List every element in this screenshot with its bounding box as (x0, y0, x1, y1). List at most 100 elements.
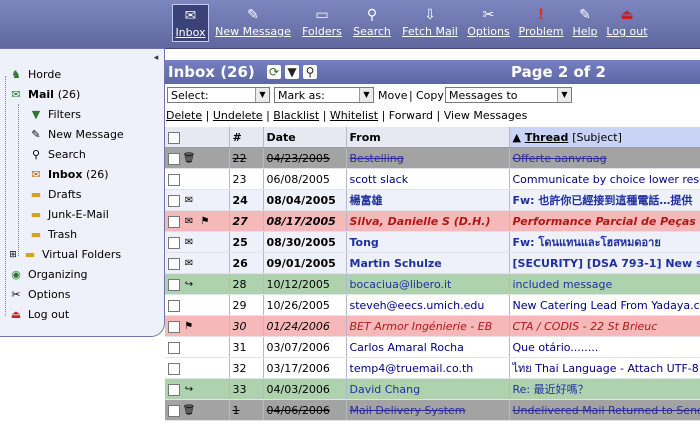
toolbar-inbox-button[interactable]: ✉ Inbox (172, 4, 209, 42)
message-from[interactable]: Martin Schulze (346, 252, 510, 274)
whitelist-link[interactable]: Whitelist (330, 109, 378, 122)
row-checkbox[interactable] (168, 215, 180, 228)
row-checkbox[interactable] (168, 299, 180, 312)
message-subject[interactable]: Fw: 也許你已經接到這種電話…提供 (509, 189, 700, 211)
sidebar-item-logout[interactable]: ⏏ Log out (8, 306, 69, 324)
message-subject[interactable]: Performance Parcial de Peças - Ju (509, 210, 700, 232)
table-row[interactable]: 🗑 22 04/23/2005 Bestelling Offerte aanvraag (165, 147, 700, 169)
delete-link[interactable]: Delete (166, 109, 202, 122)
message-from[interactable]: Bestelling (346, 147, 510, 169)
message-from[interactable]: Tong (346, 231, 510, 253)
row-checkbox[interactable] (168, 320, 180, 333)
table-row[interactable]: ✉ 24 08/04/2005 楊富雄 Fw: 也許你已經接到這種電話…提供 (165, 189, 700, 211)
subject-sort-link[interactable]: [Subject] (572, 131, 622, 144)
toolbar-logout-button[interactable]: ⏏ Log out (606, 4, 648, 42)
move-link[interactable]: Move (378, 89, 408, 102)
sidebar-item-filters[interactable]: ▼ Filters (28, 106, 81, 124)
select-all-checkbox[interactable] (168, 131, 180, 144)
sidebar-item-drafts[interactable]: ▬ Drafts (28, 186, 82, 204)
row-checkbox[interactable] (168, 152, 180, 165)
message-subject[interactable]: Communicate by choice lower rese (509, 168, 700, 190)
message-from[interactable]: steveh@eecs.umich.edu (346, 294, 510, 316)
copy-link[interactable]: Copy (416, 89, 444, 102)
sidebar-item-horde[interactable]: ♞ Horde (8, 66, 61, 84)
thread-sort-link[interactable]: Thread (525, 131, 569, 144)
table-row[interactable]: 29 10/26/2005 steveh@eecs.umich.edu New Cat… (165, 294, 700, 316)
message-subject[interactable]: CTA / CODIS - 22 St Brieuc (509, 315, 700, 337)
message-number: 28 (229, 273, 264, 295)
message-from[interactable]: bocaciua@libero.it (346, 273, 510, 295)
select-dropdown[interactable]: Select: ▼ (167, 87, 270, 103)
message-subject[interactable]: New Catering Lead From Yadaya.co (509, 294, 700, 316)
table-row[interactable]: ✉ 26 09/01/2005 Martin Schulze [SECURITY] [D… (165, 252, 700, 274)
toolbar-options-button[interactable]: ✂ Options (467, 4, 510, 42)
filter-icon[interactable]: ▼ (285, 65, 299, 79)
row-checkbox[interactable] (168, 236, 180, 249)
message-subject[interactable]: ไทย Thai Language - Attach UTF-8 c (509, 357, 700, 379)
message-from[interactable]: Silva, Danielle S (D.H.) (346, 210, 510, 232)
table-row[interactable]: 31 03/07/2006 Carlos Amaral Rocha Que otári… (165, 336, 700, 358)
toolbar-problem-button[interactable]: ! Problem (518, 4, 564, 42)
row-checkbox[interactable] (168, 362, 180, 375)
view-messages-link[interactable]: View Messages (444, 109, 528, 122)
toolbar-search-button[interactable]: ⚲ Search (351, 4, 393, 42)
sidebar-item-junk[interactable]: ▬ Junk-E-Mail (28, 206, 109, 224)
sidebar-item-options[interactable]: ✂ Options (8, 286, 70, 304)
sidebar-item-inbox[interactable]: ✉ Inbox (26) (28, 166, 108, 184)
sidebar-item-mail[interactable]: ✉ Mail (26) (8, 86, 80, 104)
toolbar-new-message-button[interactable]: ✎ New Message (214, 4, 292, 42)
column-header-number[interactable]: # (229, 127, 264, 148)
row-checkbox[interactable] (168, 194, 180, 207)
message-subject[interactable]: Re: 最近好嗎？ (509, 378, 700, 400)
blacklist-link[interactable]: Blacklist (273, 109, 319, 122)
table-row[interactable]: 32 03/17/2006 temp4@truemail.co.th ไทย Thai… (165, 357, 700, 379)
sidebar-item-organizing[interactable]: ◉ Organizing (8, 266, 87, 284)
column-header-date[interactable]: Date (263, 127, 347, 148)
message-subject[interactable]: Fw: โดนแทนและโฮสหมดอาย (509, 231, 700, 253)
row-checkbox[interactable] (168, 383, 180, 396)
toolbar-fetch-mail-button[interactable]: ⇩ Fetch Mail (401, 4, 459, 42)
sidebar-item-trash[interactable]: ▬ Trash (28, 226, 77, 244)
row-checkbox[interactable] (168, 341, 180, 354)
sidebar-collapse-icon[interactable]: ◂ (150, 52, 162, 64)
message-from[interactable]: Carlos Amaral Rocha (346, 336, 510, 358)
message-subject[interactable]: [SECURITY] [DSA 793-1] New sqwe (509, 252, 700, 274)
message-from[interactable]: BET Armor Ingénierie - EB (346, 315, 510, 337)
row-checkbox[interactable] (168, 278, 180, 291)
column-header-from[interactable]: From (346, 127, 510, 148)
message-from[interactable]: temp4@truemail.co.th (346, 357, 510, 379)
message-subject[interactable]: Offerte aanvraag (509, 147, 700, 169)
forward-link[interactable]: Forward (389, 109, 433, 122)
message-from[interactable]: Mail Delivery System (346, 399, 510, 421)
sidebar-item-search[interactable]: ⚲ Search (28, 146, 86, 164)
message-from[interactable]: 楊富雄 (346, 189, 510, 211)
search-icon[interactable]: ⚲ (303, 65, 317, 79)
table-row[interactable]: ↪ 28 10/12/2005 bocaciua@libero.it included … (165, 273, 700, 295)
row-checkbox[interactable] (168, 257, 180, 270)
message-subject[interactable]: Que otário........ (509, 336, 700, 358)
row-checkbox[interactable] (168, 404, 180, 417)
folder-icon: ▬ (30, 188, 42, 201)
sidebar-item-virtual-folders[interactable]: ⊞ ▬ Virtual Folders (8, 246, 121, 264)
table-row[interactable]: ✉ 25 08/30/2005 Tong Fw: โดนแทนและโฮสหมดอาย (165, 231, 700, 253)
toolbar-folders-button[interactable]: ▭ Folders (300, 4, 344, 42)
table-row[interactable]: ↪ 33 04/03/2006 David Chang Re: 最近好嗎？ (165, 378, 700, 400)
target-folder-dropdown[interactable]: Messages to ▼ (445, 87, 572, 103)
toolbar-help-button[interactable]: ✎ Help (571, 4, 599, 42)
message-from[interactable]: David Chang (346, 378, 510, 400)
refresh-icon[interactable]: ⟳ (267, 65, 281, 79)
table-row[interactable]: ✉ ⚑ 27 08/17/2005 Silva, Danielle S (D.H.) Pe… (165, 210, 700, 232)
message-subject[interactable]: Undelivered Mail Returned to Sende (509, 399, 700, 421)
message-from[interactable]: scott slack (346, 168, 510, 190)
mail-icon: ✉ (11, 88, 21, 101)
expand-icon[interactable]: ⊞ (8, 248, 18, 262)
message-subject[interactable]: included message (509, 273, 700, 295)
column-header-thread[interactable]: ▲ Thread [Subject] (509, 127, 700, 148)
row-checkbox[interactable] (168, 173, 180, 186)
undelete-link[interactable]: Undelete (213, 109, 263, 122)
table-row[interactable]: ⚑ 30 01/24/2006 BET Armor Ingénierie - EB CT… (165, 315, 700, 337)
table-row[interactable]: 🗑 1 04/06/2006 Mail Delivery System Undelive… (165, 399, 700, 421)
sidebar-item-new-message[interactable]: ✎ New Message (28, 126, 123, 144)
mark-as-dropdown[interactable]: Mark as: ▼ (274, 87, 374, 103)
table-row[interactable]: 23 06/08/2005 scott slack Communicate by ch… (165, 168, 700, 190)
